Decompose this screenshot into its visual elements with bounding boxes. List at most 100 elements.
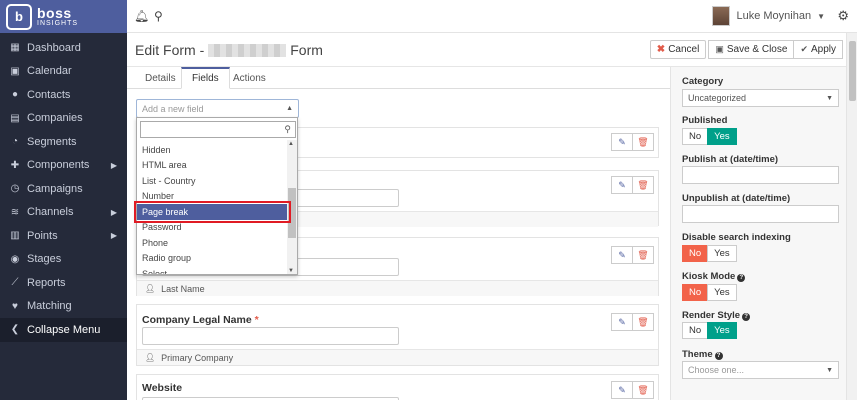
page-scroll-thumb[interactable] (849, 41, 856, 101)
building-icon: ▤ (10, 112, 20, 124)
trash-icon[interactable]: 🗑︎ (632, 313, 654, 331)
chevron-left-icon: ❮ (10, 324, 20, 336)
dropdown-option[interactable]: Phone (137, 235, 287, 251)
trash-icon[interactable]: 🗑︎ (632, 381, 654, 399)
trash-icon[interactable]: 🗑︎ (632, 176, 654, 194)
search-icon: ⚲ (284, 124, 291, 134)
category-select[interactable]: Uncategorized ▼ (682, 89, 839, 107)
trash-icon[interactable]: 🗑︎ (632, 133, 654, 151)
question-icon[interactable]: ? (742, 313, 751, 321)
edit-icon[interactable]: ✎ (611, 133, 633, 151)
annotation-highlight (134, 201, 291, 223)
render-style-yes[interactable]: Yes (707, 322, 737, 339)
sidebar-item-components[interactable]: ✚ Components ▶ (0, 154, 127, 178)
render-style-no[interactable]: No (682, 322, 709, 339)
logo[interactable]: b boss INSIGHTS (0, 0, 127, 33)
published-no[interactable]: No (682, 128, 709, 145)
edit-icon[interactable]: ✎ (611, 176, 633, 194)
sidebar: b boss INSIGHTS ▦ Dashboard ▣ Calendar ● Cont… (0, 0, 127, 400)
sidebar-item-calendar[interactable]: ▣ Calendar (0, 60, 127, 84)
gear-icon[interactable]: ⚙ (837, 8, 849, 24)
sidebar-item-campaigns[interactable]: ◷ Campaigns (0, 177, 127, 201)
add-field-select[interactable]: Add a new field ▲ (136, 99, 299, 118)
search-icon[interactable]: ⚲ (154, 9, 163, 23)
question-icon[interactable]: ? (714, 352, 723, 360)
sidebar-item-label: Segments (27, 135, 77, 148)
kiosk-toggle: No Yes (682, 284, 737, 301)
apply-button[interactable]: ✔ Apply (793, 40, 843, 59)
kiosk-no[interactable]: No (682, 284, 709, 301)
sidebar-item-dashboard[interactable]: ▦ Dashboard (0, 36, 127, 60)
apply-label: Apply (810, 44, 836, 55)
unpublish-at-input[interactable] (682, 205, 839, 223)
field-label: Website (142, 382, 183, 394)
page-scrollbar[interactable] (846, 33, 857, 400)
edit-icon[interactable]: ✎ (611, 381, 633, 399)
field-footer: 👤︎ Primary Company (137, 349, 658, 365)
scroll-up-icon: ▲ (288, 141, 294, 147)
dropdown-search-input[interactable]: ⚲ (140, 121, 296, 138)
sidebar-item-label: Channels (27, 206, 74, 219)
tab-actions[interactable]: Actions (223, 67, 276, 89)
logo-name: boss (37, 5, 72, 21)
tab-details[interactable]: Details (135, 67, 186, 89)
avatar (712, 6, 731, 26)
redacted-form-name (208, 43, 287, 57)
bell-icon[interactable]: 🔔︎ (134, 9, 149, 23)
sidebar-item-points[interactable]: ▥ Points ▶ (0, 224, 127, 248)
cancel-button[interactable]: ✖ Cancel (649, 40, 707, 59)
check-icon: ✔ (800, 44, 808, 54)
field-type-dropdown: ⚲ Hidden HTML area List - Country Number Pag… (136, 117, 298, 275)
page-header: Edit Form - Form ✖ Cancel ▣ Save & Close ✔… (127, 33, 857, 67)
disable-indexing-yes[interactable]: Yes (707, 245, 737, 262)
dropdown-option[interactable]: Radio group (137, 251, 287, 267)
edit-icon[interactable]: ✎ (611, 246, 633, 264)
user-menu[interactable]: Luke Moynihan ▼ (712, 6, 825, 26)
save-close-button[interactable]: ▣ Save & Close (708, 40, 795, 59)
render-style-toggle: No Yes (682, 322, 737, 339)
edit-icon[interactable]: ✎ (611, 313, 633, 331)
dropdown-option[interactable]: Hidden (137, 142, 287, 158)
sidebar-item-label: Components (27, 159, 90, 172)
chevron-down-icon: ▼ (826, 366, 833, 374)
page-title: Edit Form - Form (135, 42, 323, 58)
sidebar-item-contacts[interactable]: ● Contacts (0, 83, 127, 107)
published-yes[interactable]: Yes (707, 128, 737, 145)
question-icon[interactable]: ? (737, 274, 746, 282)
sidebar-item-channels[interactable]: ≋ Channels ▶ (0, 201, 127, 225)
sidebar-nav: ▦ Dashboard ▣ Calendar ● Contacts ▤ Companies ◔ S… (0, 33, 127, 342)
chevron-down-icon: ▼ (826, 94, 833, 102)
caret-up-icon: ▲ (286, 105, 293, 112)
sidebar-item-label: Dashboard (27, 41, 81, 54)
category-value: Uncategorized (688, 93, 747, 103)
field-mapping: Primary Company (161, 352, 234, 363)
published-label: Published (682, 115, 728, 126)
disable-indexing-no[interactable]: No (682, 245, 709, 262)
trash-icon[interactable]: 🗑︎ (632, 246, 654, 264)
sidebar-item-label: Calendar (27, 65, 72, 78)
sidebar-item-reports[interactable]: ⟋ Reports (0, 271, 127, 295)
field-preview-input[interactable] (142, 327, 399, 345)
sidebar-item-label: Matching (27, 300, 72, 313)
sidebar-item-matching[interactable]: ♥ Matching (0, 295, 127, 319)
user-icon: 👤︎ (145, 353, 156, 362)
unpublish-at-label: Unpublish at (date/time) (682, 193, 791, 204)
field-label: Company Legal Name * (142, 314, 259, 326)
sidebar-item-companies[interactable]: ▤ Companies (0, 107, 127, 131)
chevron-right-icon: ▶ (110, 207, 117, 217)
logo-tagline: INSIGHTS (37, 20, 79, 27)
collapse-menu-label: Collapse Menu (27, 323, 101, 336)
theme-label-text: Theme (682, 349, 713, 360)
sidebar-item-segments[interactable]: ◔ Segments (0, 130, 127, 154)
publish-at-input[interactable] (682, 166, 839, 184)
user-icon: 👤︎ (145, 284, 156, 293)
collapse-menu-button[interactable]: ❮ Collapse Menu (0, 318, 127, 342)
dropdown-option[interactable]: HTML area (137, 158, 287, 174)
theme-select[interactable]: Choose one... ▼ (682, 361, 839, 379)
kiosk-yes[interactable]: Yes (707, 284, 737, 301)
tab-bar: Details Fields Actions (127, 67, 670, 89)
clock-icon: ◷ (10, 183, 20, 195)
dropdown-option[interactable]: List - Country (137, 173, 287, 189)
dropdown-option[interactable]: Select (137, 266, 287, 274)
sidebar-item-stages[interactable]: ◉ Stages (0, 248, 127, 272)
